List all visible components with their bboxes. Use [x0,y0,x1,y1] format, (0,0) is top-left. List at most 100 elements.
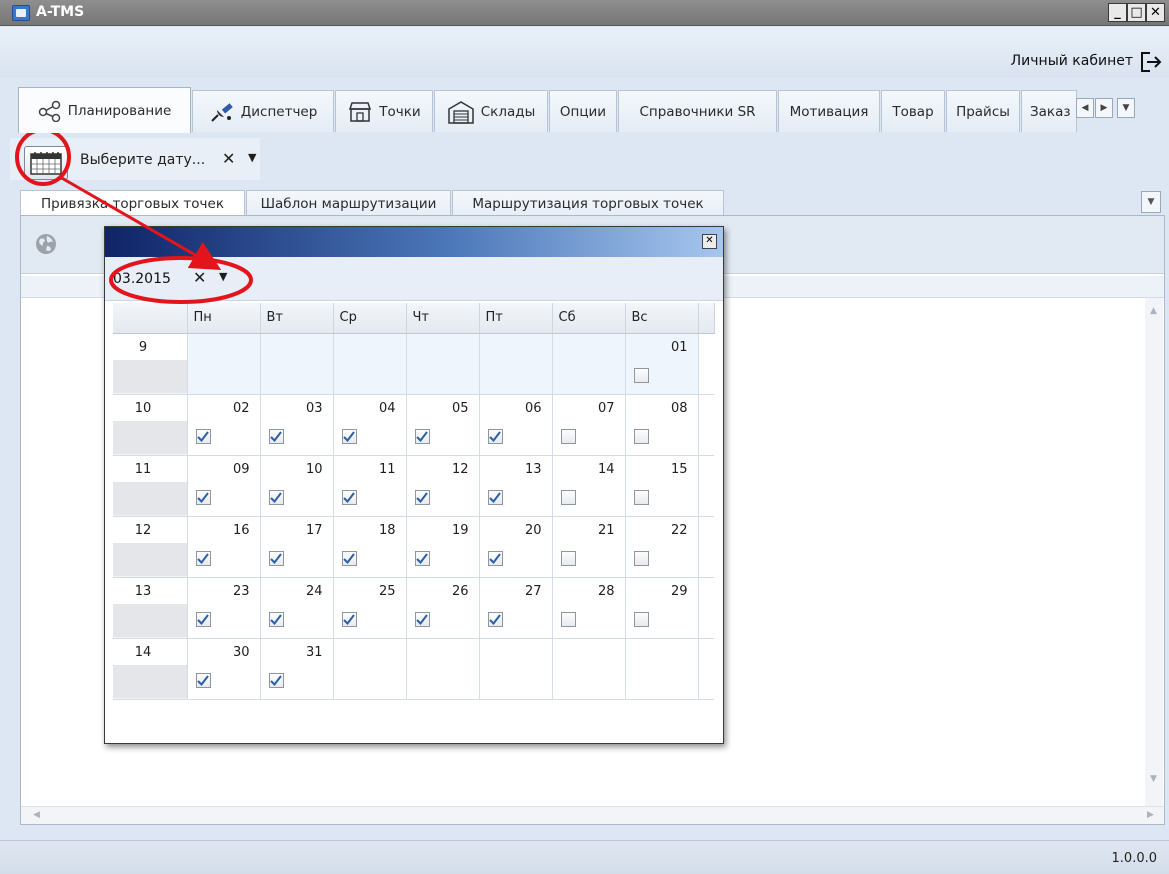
day-checkbox[interactable] [560,489,576,505]
calendar-day-cell[interactable]: 30 [187,638,261,700]
day-checkbox-checked[interactable] [268,611,284,627]
day-checkbox-checked[interactable] [414,611,430,627]
calendar-day-cell[interactable]: 08 [625,394,699,456]
month-input[interactable]: 03.2015 [113,271,171,287]
day-checkbox[interactable] [633,611,649,627]
minimize-button[interactable]: _ [1108,3,1127,22]
calendar-day-cell[interactable]: 03 [260,394,334,456]
day-checkbox[interactable] [560,428,576,444]
close-button[interactable]: ✕ [1146,3,1165,22]
day-checkbox-checked[interactable] [487,489,503,505]
day-checkbox-checked[interactable] [268,428,284,444]
tabs-scroll-right-button[interactable]: ▶ [1095,98,1113,118]
tabs-scroll-left-button[interactable]: ◀ [1076,98,1094,118]
calendar-day-cell[interactable]: 14 [552,455,626,517]
calendar-day-cell[interactable]: 02 [187,394,261,456]
calendar-day-cell[interactable]: 12 [406,455,480,517]
calendar-day-cell[interactable]: 10 [260,455,334,517]
tab-points[interactable]: Точки [335,90,433,132]
maximize-button[interactable]: □ [1127,3,1146,22]
subtab-binding[interactable]: Привязка торговых точек [20,190,245,216]
logout-icon[interactable] [1139,51,1163,73]
calendar-day-cell[interactable]: 26 [406,577,480,639]
calendar-day-cell[interactable]: 27 [479,577,553,639]
tab-warehouses[interactable]: Склады [434,90,548,132]
day-checkbox[interactable] [633,428,649,444]
tab-order[interactable]: Заказ [1021,90,1077,132]
day-checkbox-checked[interactable] [487,428,503,444]
calendar-day-cell[interactable]: 25 [333,577,407,639]
date-clear-icon[interactable]: ✕ [222,149,235,168]
day-checkbox[interactable] [633,367,649,383]
day-checkbox[interactable] [560,611,576,627]
horizontal-scrollbar[interactable]: ◀ ▶ [21,806,1164,824]
date-input[interactable]: Выберите дату... [80,152,205,168]
day-checkbox-checked[interactable] [195,550,211,566]
vertical-scrollbar[interactable]: ▲ ▼ [1145,298,1163,810]
calendar-day-cell[interactable]: 13 [479,455,553,517]
day-checkbox-checked[interactable] [341,428,357,444]
calendar-day-cell[interactable]: 29 [625,577,699,639]
day-checkbox-checked[interactable] [414,489,430,505]
day-checkbox[interactable] [633,489,649,505]
popup-close-button[interactable]: ✕ [702,234,717,249]
calendar-day-cell[interactable]: 20 [479,516,553,578]
tab-planning[interactable]: Планирование [18,87,191,133]
calendar-button[interactable] [24,146,68,180]
date-dropdown-icon[interactable]: ▼ [248,151,256,164]
day-checkbox-checked[interactable] [268,672,284,688]
day-checkbox[interactable] [560,550,576,566]
calendar-day-cell[interactable]: 21 [552,516,626,578]
day-checkbox-checked[interactable] [341,489,357,505]
day-checkbox-checked[interactable] [487,611,503,627]
calendar-day-cell[interactable]: 07 [552,394,626,456]
calendar-day-cell[interactable]: 24 [260,577,334,639]
globe-icon[interactable] [34,232,58,256]
day-checkbox-checked[interactable] [414,428,430,444]
calendar-day-cell[interactable]: 28 [552,577,626,639]
day-checkbox-checked[interactable] [195,428,211,444]
calendar-day-cell[interactable]: 18 [333,516,407,578]
month-clear-icon[interactable]: ✕ [193,268,206,287]
calendar-day-cell[interactable]: 16 [187,516,261,578]
calendar-day-cell[interactable]: 04 [333,394,407,456]
calendar-day-cell[interactable]: 22 [625,516,699,578]
calendar-day-cell[interactable]: 11 [333,455,407,517]
day-checkbox-checked[interactable] [487,550,503,566]
day-checkbox-checked[interactable] [195,489,211,505]
checkmark-icon [343,491,355,503]
tab-goods[interactable]: Товар [881,90,945,132]
scroll-right-icon[interactable]: ▶ [1147,810,1154,820]
tab-dispatcher[interactable]: Диспетчер [192,90,334,132]
tab-motivation[interactable]: Мотивация [778,90,880,132]
calendar-day-cell[interactable]: 31 [260,638,334,700]
account-link[interactable]: Личный кабинет [1011,53,1133,69]
subtab-template[interactable]: Шаблон маршрутизации [246,190,451,216]
scroll-left-icon[interactable]: ◀ [33,810,40,820]
calendar-day-cell[interactable]: 09 [187,455,261,517]
tab-directories-sr[interactable]: Справочники SR [618,90,777,132]
subtab-routing[interactable]: Маршрутизация торговых точек [452,190,724,216]
tabs-overflow-button[interactable]: ▼ [1117,98,1135,118]
day-checkbox-checked[interactable] [268,550,284,566]
month-dropdown-icon[interactable]: ▼ [219,270,227,283]
subtabs-overflow-button[interactable]: ▼ [1141,191,1161,213]
day-checkbox-checked[interactable] [195,672,211,688]
day-checkbox[interactable] [633,550,649,566]
day-checkbox-checked[interactable] [341,611,357,627]
calendar-day-cell[interactable]: 23 [187,577,261,639]
calendar-day-cell[interactable]: 06 [479,394,553,456]
day-checkbox-checked[interactable] [268,489,284,505]
scroll-up-icon[interactable]: ▲ [1150,306,1157,316]
day-checkbox-checked[interactable] [195,611,211,627]
calendar-day-cell[interactable]: 15 [625,455,699,517]
calendar-day-cell[interactable]: 01 [625,333,699,395]
tab-options[interactable]: Опции [549,90,617,132]
calendar-day-cell[interactable]: 19 [406,516,480,578]
tab-prices[interactable]: Прайсы [946,90,1020,132]
day-checkbox-checked[interactable] [341,550,357,566]
calendar-day-cell[interactable]: 05 [406,394,480,456]
calendar-day-cell[interactable]: 17 [260,516,334,578]
scroll-down-icon[interactable]: ▼ [1150,774,1157,784]
day-checkbox-checked[interactable] [414,550,430,566]
